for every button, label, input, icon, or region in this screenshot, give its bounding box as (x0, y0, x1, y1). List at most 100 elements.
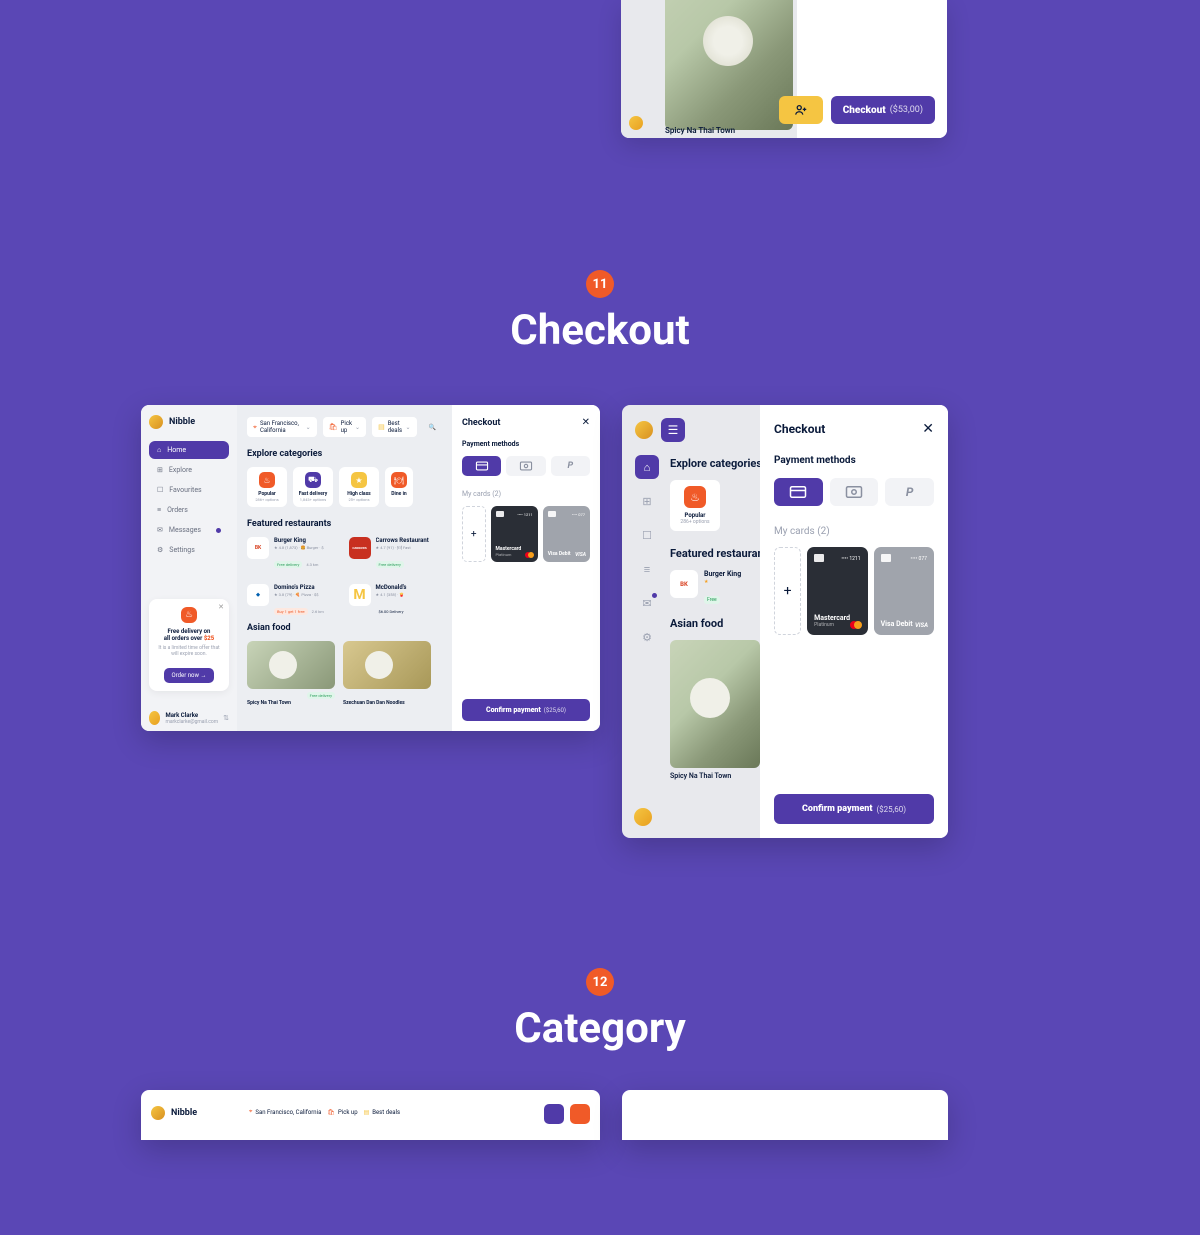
rail-fav[interactable]: ☐ (635, 523, 659, 547)
restaurant-item[interactable]: BKBurger King★ 4.8 (1,873) · 🍔 Burger · … (247, 537, 341, 570)
brand-icon (149, 415, 163, 429)
section-badge: 12 (586, 968, 614, 996)
rail-orders[interactable]: ≡ (635, 557, 659, 581)
brand-icon (635, 421, 653, 439)
user-menu[interactable]: Mark Clarke markclarke@gmail.com ⇅ (149, 711, 229, 725)
my-cards-label: My cards (2) (462, 490, 590, 498)
rail-messages[interactable]: ✉ (635, 591, 659, 615)
mode-filter[interactable]: 🛍Pick up⌄ (323, 417, 366, 437)
avatar (629, 116, 643, 130)
category-fast[interactable]: ⛟Fast delivery1,843+ options (293, 467, 333, 507)
nav-messages[interactable]: ✉Messages (149, 521, 229, 539)
main-content: ⌖San Francisco, California⌄ 🛍Pick up⌄ ▤B… (237, 405, 452, 731)
restaurant-item[interactable]: ◆Domino's Pizza★ 3.8 (79) · 🍕 Pizza · $$… (247, 584, 341, 617)
category-list: ♨Popular286+ options ⛟Fast delivery1,843… (247, 467, 442, 507)
section-badge: 11 (586, 270, 614, 298)
deals-filter[interactable]: ▤Best deals (364, 1108, 401, 1116)
brand: Nibble (151, 1106, 197, 1120)
top-preview-mockup: Spicy Na Thai Town Checkout ($53,00) (621, 0, 947, 138)
fire-icon: ♨ (181, 607, 197, 623)
mastercard-icon (525, 552, 534, 558)
restaurant-item[interactable]: CARROWSCarrows Restaurant★ 4.7 (91) · 🍽 … (349, 537, 443, 570)
filter-bar: ⌖San Francisco, California⌄ 🛍Pick up⌄ ▤B… (247, 417, 442, 437)
restaurant-list: BKBurger King★ 4.8 (1,873) · 🍔 Burger · … (247, 537, 442, 623)
nav-home[interactable]: ⌂Home (149, 441, 229, 459)
food-title: Spicy Na Thai Town (665, 126, 735, 135)
grid-view-button[interactable] (544, 1104, 564, 1124)
payment-methods-label: Payment methods (462, 440, 590, 448)
close-icon[interactable]: ✕ (218, 603, 224, 611)
method-card[interactable] (462, 456, 501, 476)
asian-heading: Asian food (247, 623, 442, 633)
add-card-button[interactable]: + (774, 547, 801, 635)
nav-orders[interactable]: ≡Orders (149, 501, 229, 519)
category-dine[interactable]: 🍽Dine in (385, 467, 413, 507)
mastercard-icon (850, 621, 862, 629)
close-button[interactable]: ✕ (922, 421, 934, 437)
add-person-button[interactable] (779, 96, 823, 124)
menu-button[interactable]: ☰ (661, 418, 685, 442)
food-image (665, 0, 793, 130)
visa-icon: VISA (575, 552, 586, 558)
food-image (670, 640, 760, 768)
desktop-mockup: Nibble ⌂Home ⊞Explore ☐Favourites ≡Order… (141, 405, 600, 731)
category-high[interactable]: ★High class25+ options (339, 467, 379, 507)
checkout-panel: Checkout ✕ Payment methods P My cards (2… (452, 405, 600, 731)
order-now-button[interactable]: Order now → (164, 668, 215, 683)
card-mastercard[interactable]: •••• 1211 MastercardPlatinum (491, 506, 538, 562)
tablet-mockup-strip (622, 1090, 948, 1140)
rail-explore[interactable]: ⊞ (635, 489, 659, 513)
location-filter[interactable]: ⌖San Francisco, California (249, 1108, 321, 1116)
method-paypal[interactable]: P (885, 478, 934, 506)
food-card[interactable]: Szechuan Dan Dan Noodles (343, 641, 431, 708)
deals-filter[interactable]: ▤Best deals⌄ (372, 417, 416, 437)
rail-settings[interactable]: ⚙ (635, 625, 659, 649)
panel-title: Checkout (462, 418, 500, 428)
search-icon[interactable]: 🔍 (423, 421, 442, 434)
nav: ⌂Home ⊞Explore ☐Favourites ≡Orders ✉Mess… (149, 441, 229, 559)
nav-favourites[interactable]: ☐Favourites (149, 481, 229, 499)
my-cards-label: My cards (2) (774, 526, 934, 537)
list-view-button[interactable] (570, 1104, 590, 1124)
rail-home[interactable]: ⌂ (635, 455, 659, 479)
nav-settings[interactable]: ⚙Settings (149, 541, 229, 559)
icon-rail: ⌂ ⊞ ☐ ≡ ✉ ⚙ (635, 455, 659, 649)
sidebar: Nibble ⌂Home ⊞Explore ☐Favourites ≡Order… (141, 405, 237, 731)
location-filter[interactable]: ⌖San Francisco, California⌄ (247, 417, 317, 437)
category-popular[interactable]: ♨Popular286+ options (670, 480, 720, 531)
mode-filter[interactable]: 🛍Pick up (327, 1108, 357, 1116)
promo-line2: It is a limited time offer that will exp… (155, 645, 223, 657)
notification-dot (216, 528, 221, 533)
payment-methods: P (462, 456, 590, 476)
method-paypal[interactable]: P (551, 456, 590, 476)
card-visa[interactable]: •••• 077 Visa Debit VISA (874, 547, 934, 635)
mini-sidebar (621, 0, 653, 138)
card-visa[interactable]: •••• 077 Visa Debit VISA (543, 506, 590, 562)
featured-heading: Featured restaurants (247, 519, 442, 529)
restaurant-item[interactable]: MMcDonald's★ 4.1 (358) · 🍟$6.00 Delivery (349, 584, 443, 617)
category-popular[interactable]: ♨Popular286+ options (247, 467, 287, 507)
section-title: Category (0, 1004, 1200, 1053)
food-card[interactable]: Spicy Na Thai TownFree delivery (247, 641, 335, 708)
tablet-mockup: ☰ ⌂ ⊞ ☐ ≡ ✉ ⚙ Explore categories ♨Popula… (622, 405, 948, 838)
card-list: + •••• 1211 MastercardPlatinum •••• 077 … (462, 506, 590, 562)
method-cash[interactable] (830, 478, 879, 506)
close-button[interactable]: ✕ (582, 417, 590, 428)
panel-title: Checkout (774, 422, 825, 436)
card-mastercard[interactable]: •••• 1211 MastercardPlatinum (807, 547, 867, 635)
method-cash[interactable] (506, 456, 545, 476)
confirm-payment-button[interactable]: Confirm payment($25,60) (462, 699, 590, 721)
add-card-button[interactable]: + (462, 506, 486, 562)
method-card[interactable] (774, 478, 823, 506)
desktop-mockup-strip: Nibble ⌖San Francisco, California 🛍Pick … (141, 1090, 600, 1140)
payment-methods-label: Payment methods (774, 455, 934, 466)
chevron-updown-icon: ⇅ (223, 714, 229, 722)
payment-methods: P (774, 478, 934, 506)
confirm-payment-button[interactable]: Confirm payment($25,60) (774, 794, 934, 824)
checkout-button[interactable]: Checkout ($53,00) (831, 96, 935, 124)
categories-heading: Explore categories (247, 449, 442, 459)
avatar (149, 711, 160, 725)
nav-explore[interactable]: ⊞Explore (149, 461, 229, 479)
brand-icon (151, 1106, 165, 1120)
section-title: Checkout (0, 306, 1200, 355)
